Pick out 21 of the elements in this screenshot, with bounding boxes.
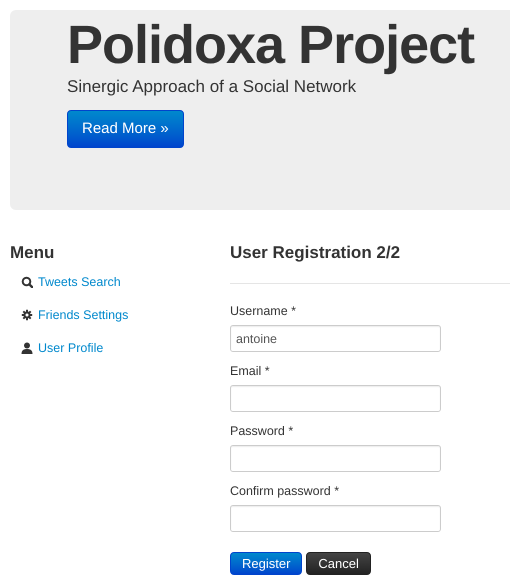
settings-icon [21,309,33,321]
input-field[interactable]: antoine [230,325,441,352]
field-label: Username * [230,303,297,320]
menu-heading: Menu [10,242,56,264]
cancel-button[interactable]: Cancel [306,552,371,575]
hero-subtitle: Sinergic Approach of a Social Network [67,76,358,98]
menu-link[interactable]: User Profile [38,338,104,358]
menu-link[interactable]: Tweets Search [38,272,121,292]
input-field[interactable] [230,385,441,412]
input-field[interactable] [230,505,441,532]
field-label: Email * [230,363,271,380]
register-button[interactable]: Register [230,552,302,575]
menu-link[interactable]: Friends Settings [38,306,128,324]
hero-title: Polidoxa Project [67,14,476,77]
input-field[interactable] [230,445,441,472]
read-more-button[interactable]: Read More » [67,110,184,148]
search-icon [21,276,33,288]
field-label: Password * [230,423,294,440]
field-label: Confirm password * [230,483,340,500]
form-heading: User Registration 2/2 [230,242,402,264]
person-icon [21,342,33,354]
